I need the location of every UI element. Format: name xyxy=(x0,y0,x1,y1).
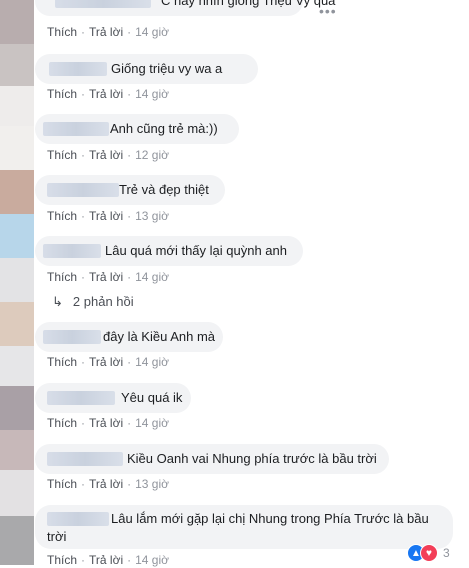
comment-time[interactable]: 12 giờ xyxy=(135,148,169,162)
comment-actions: Thích · Trả lời · 14 giờ xyxy=(47,87,169,101)
comment-time[interactable]: 14 giờ xyxy=(135,355,169,369)
comment-item: Lâu quá mới thấy lại quỳnh anh Thích · Trả… xyxy=(0,236,469,298)
commenter-name[interactable] xyxy=(43,330,101,344)
comment-item: Kiều Oanh vai Nhung phía trước là bầu tr… xyxy=(0,444,469,506)
comment-text: Giống triệu vy wa a xyxy=(111,61,223,76)
commenter-name[interactable] xyxy=(49,62,107,76)
comment-item: C này nhìn giống Triệu Vy quá ••• Thích ·… xyxy=(0,0,469,48)
like-link[interactable]: Thích xyxy=(47,87,77,101)
reply-link[interactable]: Trả lời xyxy=(89,148,123,162)
commenter-name[interactable] xyxy=(55,0,151,8)
comment-time[interactable]: 14 giờ xyxy=(135,416,169,430)
comment-actions: Thích · Trả lời · 12 giờ xyxy=(47,148,169,162)
comment-text-line2: trời xyxy=(47,529,67,544)
comment-text-line1: Lâu lắm mới gặp lại chị Nhung trong Phía… xyxy=(111,511,429,526)
like-link[interactable]: Thích xyxy=(47,209,77,223)
love-reaction-icon: ♥ xyxy=(420,544,438,562)
commenter-name[interactable] xyxy=(47,391,115,405)
commenter-name[interactable] xyxy=(47,452,123,466)
view-replies-link[interactable]: ↳ 2 phản hồi xyxy=(52,294,134,310)
comment-actions: Thích · Trả lời · 14 giờ xyxy=(47,553,169,567)
comment-text: C này nhìn giống Triệu Vy quá xyxy=(161,0,336,8)
comment-actions: Thích · Trả lời · 14 giờ xyxy=(47,355,169,369)
comment-bubble[interactable]: Kiều Oanh vai Nhung phía trước là bầu tr… xyxy=(35,444,389,474)
reply-link[interactable]: Trả lời xyxy=(89,416,123,430)
reply-link[interactable]: Trả lời xyxy=(89,25,123,39)
like-link[interactable]: Thích xyxy=(47,416,77,430)
comment-bubble[interactable]: Lâu quá mới thấy lại quỳnh anh xyxy=(35,236,303,266)
like-link[interactable]: Thích xyxy=(47,270,77,284)
commenter-name[interactable] xyxy=(43,244,101,258)
commenter-name[interactable] xyxy=(43,122,109,136)
comment-time[interactable]: 14 giờ xyxy=(135,270,169,284)
reply-link[interactable]: Trả lời xyxy=(89,355,123,369)
comment-item: Trẻ và đẹp thiệt Thích · Trả lời · 13 giờ xyxy=(0,175,469,237)
comment-text: Anh cũng trẻ mà:)) xyxy=(110,121,218,136)
reply-link[interactable]: Trả lời xyxy=(89,477,123,491)
reaction-count: 3 xyxy=(443,546,450,560)
comment-item: Yêu quá ik Thích · Trả lời · 14 giờ xyxy=(0,383,469,445)
comment-bubble[interactable]: Yêu quá ik xyxy=(35,383,191,413)
like-link[interactable]: Thích xyxy=(47,355,77,369)
comment-time[interactable]: 13 giờ xyxy=(135,477,169,491)
comment-item: Anh cũng trẻ mà:)) Thích · Trả lời · 12 giờ xyxy=(0,114,469,176)
like-link[interactable]: Thích xyxy=(47,25,77,39)
replies-count-label: 2 phản hồi xyxy=(72,294,134,309)
comment-bubble[interactable]: Anh cũng trẻ mà:)) xyxy=(35,114,239,144)
comment-bubble[interactable]: Trẻ và đẹp thiệt xyxy=(35,175,225,205)
comment-item: Giống triệu vy wa a Thích · Trả lời · 14 giờ xyxy=(0,54,469,116)
reply-arrow-icon: ↳ xyxy=(52,294,63,309)
comment-time[interactable]: 14 giờ xyxy=(135,87,169,101)
comment-item: đây là Kiều Anh mà Thích · Trả lời · 14 giờ xyxy=(0,322,469,384)
comment-text: Trẻ và đẹp thiệt xyxy=(119,182,209,197)
commenter-name[interactable] xyxy=(47,512,109,526)
reply-link[interactable]: Trả lời xyxy=(89,209,123,223)
comment-actions: Thích · Trả lời · 14 giờ xyxy=(47,270,169,284)
comment-actions: Thích · Trả lời · 13 giờ xyxy=(47,477,169,491)
comment-text: Yêu quá ik xyxy=(121,390,183,405)
comment-text: Lâu quá mới thấy lại quỳnh anh xyxy=(105,243,287,258)
comment-actions: Thích · Trả lời · 14 giờ xyxy=(47,25,169,39)
reply-link[interactable]: Trả lời xyxy=(89,87,123,101)
comment-bubble[interactable]: C này nhìn giống Triệu Vy quá xyxy=(35,0,335,16)
like-link[interactable]: Thích xyxy=(47,477,77,491)
more-options-icon[interactable]: ••• xyxy=(319,3,337,19)
comment-time[interactable]: 14 giờ xyxy=(135,25,169,39)
like-link[interactable]: Thích xyxy=(47,148,77,162)
comment-actions: Thích · Trả lời · 13 giờ xyxy=(47,209,169,223)
comment-bubble[interactable]: đây là Kiều Anh mà xyxy=(35,322,223,352)
comment-text: Kiều Oanh vai Nhung phía trước là bầu tr… xyxy=(127,451,377,466)
comment-text: đây là Kiều Anh mà xyxy=(103,329,216,344)
comment-item: Lâu lắm mới gặp lại chị Nhung trong Phía… xyxy=(0,505,469,567)
comment-bubble[interactable]: Lâu lắm mới gặp lại chị Nhung trong Phía… xyxy=(35,505,453,549)
comment-bubble[interactable]: Giống triệu vy wa a xyxy=(35,54,258,84)
commenter-name[interactable] xyxy=(47,183,119,197)
reactions-summary[interactable]: ▲ ♥ 3 xyxy=(407,544,450,562)
reply-link[interactable]: Trả lời xyxy=(89,270,123,284)
comment-actions: Thích · Trả lời · 14 giờ xyxy=(47,416,169,430)
comment-time[interactable]: 13 giờ xyxy=(135,209,169,223)
